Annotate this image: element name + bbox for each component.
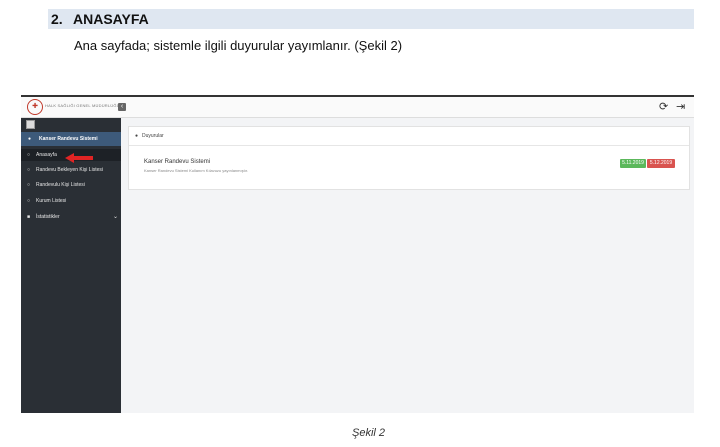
sidebar-item-label: Randevulu Kişi Listesi [36,182,85,188]
circle-icon: ○ [27,152,31,158]
chart-icon: ■ [27,214,31,220]
app-topbar: ✚ HALK SAĞLIĞI GENEL MÜDÜRLÜĞÜ ‹ ⟳ ⇥ [21,97,694,118]
announcement-title[interactable]: Kanser Randevu Sistemi [144,159,210,165]
system-title: Kanser Randevu Sistemi [39,136,98,142]
sidebar-item-randevulu[interactable]: ○ Randevulu Kişi Listesi [21,179,121,191]
figure-caption: Şekil 2 [352,427,386,439]
sidebar-system-header[interactable]: ● Kanser Randevu Sistemi [21,132,121,146]
sidebar-item-kurum[interactable]: ○ Kurum Listesi [21,195,121,207]
menu-toggle-icon[interactable] [26,120,35,129]
refresh-icon[interactable]: ⟳ [659,100,668,113]
red-arrow-icon [65,153,93,163]
info-icon: ● [135,133,139,139]
collapse-sidebar-button[interactable]: ‹ [118,103,126,111]
heading-number: 2. [51,11,63,27]
sidebar-item-label: Kurum Listesi [36,198,67,204]
section-heading: 2. ANASAYFA [48,9,694,29]
panel-header: ● Duyurular [129,127,689,146]
ministry-logo-icon: ✚ [27,99,43,115]
circle-icon: ○ [27,167,31,173]
section-paragraph: Ana sayfada; sistemle ilgili duyurular y… [74,38,403,53]
circle-icon: ○ [27,198,31,204]
panel-title: Duyurular [142,133,164,139]
logout-icon[interactable]: ⇥ [676,100,685,113]
drop-icon: ● [28,136,32,142]
end-date-badge: 5.12.2019 [647,159,675,168]
sidebar-item-label: Randevu Bekleyen Kişi Listesi [36,167,103,173]
chevron-down-icon: ⌄ [113,214,119,220]
sidebar-item-istatistikler[interactable]: ■ İstatistikler ⌄ [21,211,121,223]
start-date-badge: 5.11.2019 [620,159,646,168]
announcements-panel: ● Duyurular Kanser Randevu Sistemi Kanse… [128,126,690,190]
sidebar-item-bekleyen[interactable]: ○ Randevu Bekleyen Kişi Listesi [21,164,121,176]
heading-title: ANASAYFA [73,11,149,27]
circle-icon: ○ [27,182,31,188]
app-screenshot: ✚ HALK SAĞLIĞI GENEL MÜDÜRLÜĞÜ ‹ ⟳ ⇥ ● K… [21,95,694,413]
sidebar-item-label: İstatistikler [36,214,60,220]
logo-text: HALK SAĞLIĞI GENEL MÜDÜRLÜĞÜ [45,103,120,108]
announcement-description: Kanser Randevu Sistemi Kullanım Kılavuzu… [144,168,249,173]
sidebar-item-label: Anasayfa [36,152,57,158]
